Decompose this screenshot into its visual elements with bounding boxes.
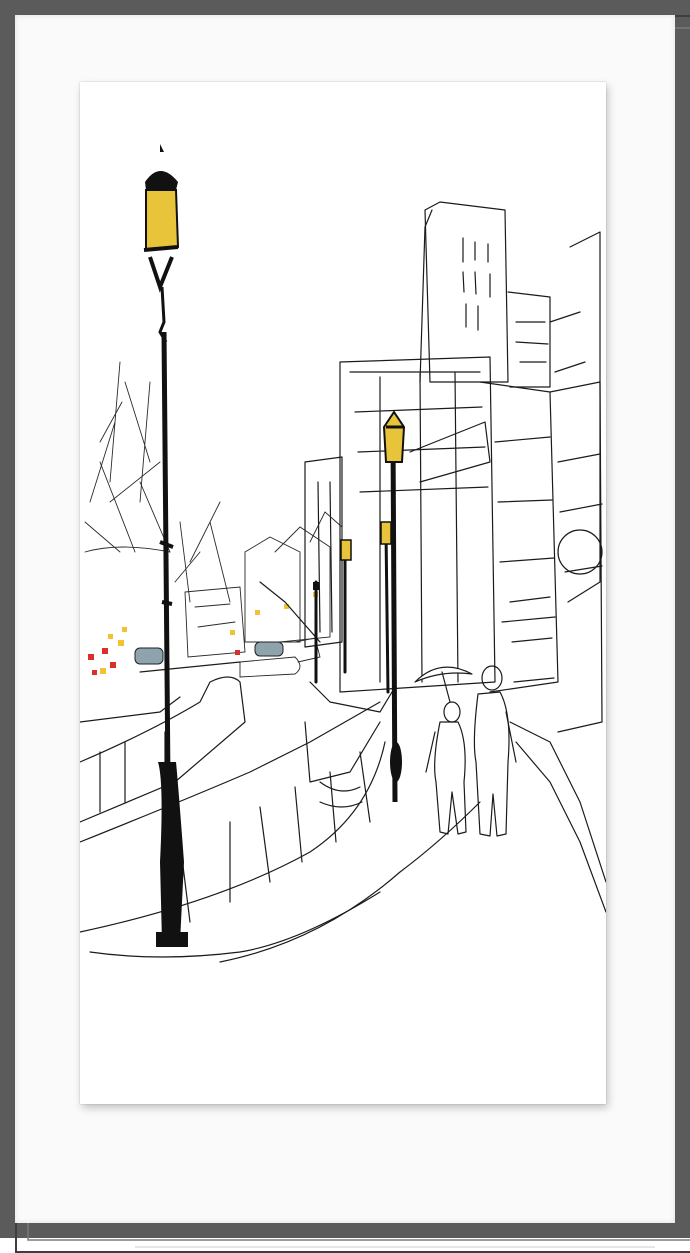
bare-trees	[84, 361, 231, 603]
buildings	[304, 201, 603, 733]
street-sketch	[80, 144, 606, 963]
artwork-canvas	[80, 82, 606, 1104]
cars	[134, 637, 321, 678]
street-lights-glow	[88, 592, 318, 675]
street-and-railings	[80, 581, 606, 963]
lamp-post-icon	[143, 144, 188, 947]
couple-with-umbrella	[414, 665, 517, 837]
distant-lamp-posts	[313, 410, 406, 803]
